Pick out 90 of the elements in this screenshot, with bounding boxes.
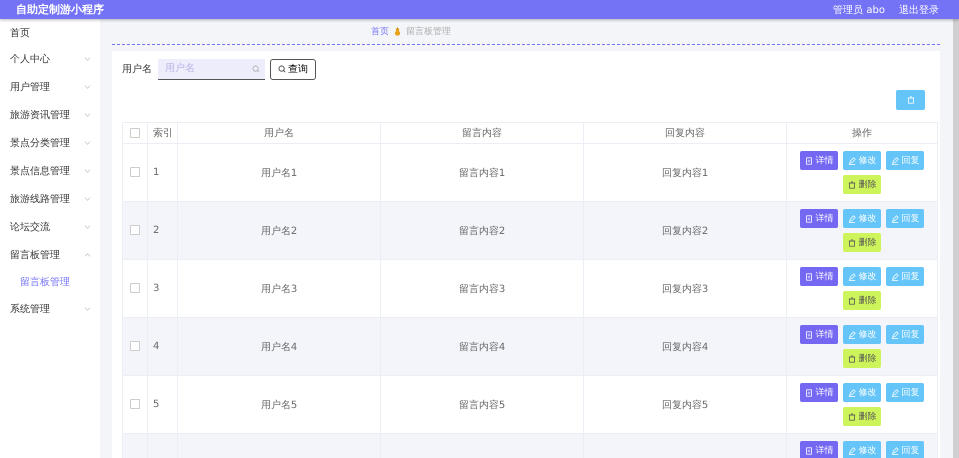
table-cell: 用户名1 (260, 168, 298, 178)
sidebar-item[interactable]: 首页 (0, 25, 100, 41)
sidebar-item[interactable]: 论坛交流 (0, 213, 100, 241)
detail-button[interactable]: 详情 (800, 151, 838, 170)
scrollbar[interactable] (953, 19, 959, 458)
column-header: 留言内容 (380, 122, 584, 144)
table-cell: 回复内容1 (662, 168, 708, 178)
pencil-icon (848, 446, 856, 454)
trash-icon (848, 354, 856, 362)
doc-icon (804, 330, 812, 338)
pencil-icon (890, 272, 898, 280)
sidebar-item[interactable]: 旅游线路管理 (0, 185, 100, 213)
search-button[interactable]: 查询 (270, 58, 316, 80)
table-cell: 用户名2 (260, 226, 298, 236)
delete-button[interactable]: 删除 (843, 349, 881, 368)
table-cell: 回复内容2 (662, 226, 708, 236)
pencil-icon (848, 272, 856, 280)
search-label: 用户名 (122, 62, 152, 76)
table-cell: 用户名3 (260, 284, 298, 294)
checkbox[interactable] (130, 341, 140, 352)
table-cell: 1 (153, 167, 160, 178)
table-cell: 留言内容3 (458, 284, 506, 294)
table-cell: 留言内容2 (458, 226, 506, 236)
doc-icon (804, 214, 812, 222)
trash-icon (848, 180, 856, 188)
sidebar-item[interactable]: 景点分类管理 (0, 129, 100, 157)
table-cell: 4 (153, 341, 160, 352)
detail-button[interactable]: 详情 (800, 325, 838, 344)
column-header: 操作 (786, 122, 938, 144)
logout-link[interactable]: 退出登录 (899, 2, 939, 16)
user-label: 管理员 abo (833, 4, 885, 16)
app-title: 自助定制游小程序 (16, 2, 105, 17)
detail-button[interactable]: 详情 (800, 209, 838, 228)
checkbox[interactable] (130, 225, 140, 236)
search-icon (278, 65, 286, 73)
pencil-icon (848, 330, 856, 338)
checkbox[interactable] (130, 283, 140, 294)
delete-button[interactable] (896, 90, 925, 110)
search-field[interactable]: 用户名 (158, 58, 265, 80)
detail-button[interactable]: 详情 (800, 441, 838, 458)
table-cell: 3 (153, 283, 160, 294)
table-cell: 留言内容1 (458, 168, 506, 178)
table-cell: 留言内容5 (458, 400, 506, 410)
search-icon (252, 64, 260, 72)
pencil-icon (890, 330, 898, 338)
doc-icon (804, 446, 812, 454)
column-header: 回复内容 (584, 122, 786, 144)
pencil-icon (890, 214, 898, 222)
delete-button[interactable]: 删除 (843, 233, 881, 252)
sidebar-item[interactable]: 留言板管理 (0, 241, 100, 269)
checkbox[interactable] (130, 399, 140, 410)
delete-button[interactable]: 删除 (843, 407, 881, 426)
table-cell: 回复内容5 (662, 400, 708, 410)
breadcrumb-item[interactable]: 首页 (371, 25, 389, 38)
column-header: 用户名 (178, 122, 380, 144)
sidebar-subitem[interactable]: 留言板管理 (0, 269, 100, 295)
doc-icon (804, 272, 812, 280)
pencil-icon (848, 388, 856, 396)
detail-button[interactable]: 详情 (800, 267, 838, 286)
pencil-icon (848, 214, 856, 222)
table-cell: 回复内容4 (662, 342, 708, 352)
sidebar-item[interactable]: 系统管理 (0, 295, 100, 323)
checkbox[interactable] (130, 167, 140, 178)
column-header: 索引 (148, 122, 178, 144)
table-cell: 2 (153, 225, 160, 236)
sidebar-item[interactable]: 用户管理 (0, 73, 100, 101)
pencil-icon (890, 156, 898, 164)
breadcrumb-item: 留言板管理 (406, 26, 451, 38)
trash-icon (848, 412, 856, 420)
doc-icon (804, 388, 812, 396)
checkbox[interactable] (130, 128, 140, 138)
table-cell: 用户名4 (260, 342, 298, 352)
detail-button[interactable]: 详情 (800, 383, 838, 402)
sidebar-item[interactable]: 景点信息管理 (0, 157, 100, 185)
pencil-icon (848, 156, 856, 164)
delete-button[interactable]: 删除 (843, 175, 881, 194)
gourd-icon (394, 27, 401, 36)
table-cell: 回复内容3 (662, 284, 708, 294)
sidebar-item[interactable]: 旅游资讯管理 (0, 101, 100, 129)
pencil-icon (890, 388, 898, 396)
pencil-icon (890, 446, 898, 454)
trash-icon (848, 238, 856, 246)
doc-icon (804, 156, 812, 164)
trash-icon (906, 96, 914, 104)
sidebar-item[interactable]: 个人中心 (0, 45, 100, 73)
table-cell: 留言内容4 (458, 342, 506, 352)
delete-button[interactable]: 删除 (843, 291, 881, 310)
trash-icon (848, 296, 856, 304)
table-cell: 5 (153, 399, 160, 410)
table-cell: 用户名5 (260, 400, 298, 410)
